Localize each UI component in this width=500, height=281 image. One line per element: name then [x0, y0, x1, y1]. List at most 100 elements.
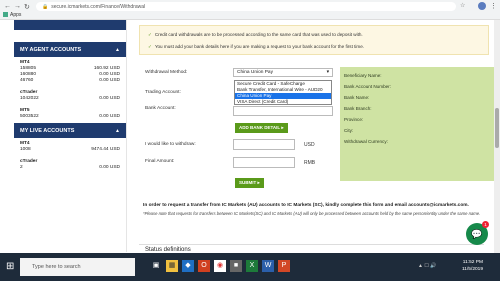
account-number: 1042022 [20, 96, 39, 101]
clock-date: 11/5/2019 [462, 267, 483, 272]
account-group: MT4 1008 9474.44 USD [14, 138, 126, 156]
add-bank-detail-label: ADD BANK DETAIL [239, 125, 281, 130]
apps-label: Apps [10, 12, 22, 18]
agent-accounts-title: MY AGENT ACCOUNTS [20, 47, 82, 53]
reload-icon[interactable]: ↻ [24, 3, 30, 11]
agent-accounts-header[interactable]: MY AGENT ACCOUNTS ▲ [14, 42, 126, 57]
withdrawal-notice: ✓ Credit card withdrawals are to be proce… [139, 25, 489, 55]
chat-icon: 💬 [471, 229, 483, 239]
live-accounts-title: MY LIVE ACCOUNTS [20, 128, 75, 134]
bank-account-select[interactable] [233, 106, 333, 116]
account-row[interactable]: 2 0.00 USD [20, 165, 120, 171]
chrome-icon[interactable]: ◉ [214, 260, 226, 272]
profile-avatar[interactable] [478, 2, 486, 10]
back-icon[interactable]: ← [4, 3, 11, 10]
taskbar-search-placeholder: Type here to search [32, 264, 81, 270]
chat-badge: 1 [482, 221, 489, 228]
outlook-icon[interactable]: O [198, 260, 210, 272]
excel-icon[interactable]: X [246, 260, 258, 272]
browser-menu-icon[interactable]: ⋮ [490, 2, 497, 10]
account-balance: 0.00 USD [99, 96, 120, 101]
withdrawal-method-value: China Union Pay [237, 70, 273, 75]
lock-icon: 🔒 [42, 4, 49, 10]
final-amount-label: Final Amount: [145, 159, 175, 164]
account-number: 1008 [20, 147, 31, 152]
account-row[interactable]: 1042022 0.00 USD [20, 96, 120, 102]
withdraw-amount-label: I would like to withdraw: [145, 142, 196, 147]
account-balance: 0.00 USD [99, 165, 120, 170]
trading-account-label: Trading Account: [145, 90, 181, 95]
clock-time: 11:52 PM [462, 260, 483, 265]
final-currency: RMB [304, 160, 316, 166]
account-group: cTrader 2 0.00 USD [14, 156, 126, 174]
apps-icon [3, 12, 8, 18]
submit-button[interactable]: SUBMIT ▸ [235, 178, 264, 188]
browser-chrome: ← → ↻ 🔒 secure.icmarkets.com/Finance/With… [0, 0, 500, 20]
account-number: 5003522 [20, 114, 39, 119]
withdrawal-method-dropdown[interactable]: Secure Credit Card - SafeCharge Bank Tran… [234, 80, 332, 105]
bank-info-label: Withdrawal Currency: [344, 139, 388, 144]
forward-icon[interactable]: → [14, 3, 21, 10]
taskbar-search[interactable]: Type here to search [20, 258, 135, 276]
bank-info-label: Bank Branch: [344, 106, 372, 111]
sidebar: MY AGENT ACCOUNTS ▲ MT4 158805 160.92 USD 16… [14, 20, 127, 252]
notice-item: ✓ You must add your bank details here if … [148, 44, 364, 50]
word-icon[interactable]: W [262, 260, 274, 272]
check-icon: ✓ [148, 44, 152, 49]
notice-item: ✓ Credit card withdrawals are to be proce… [148, 32, 363, 38]
account-balance: 0.00 USD [99, 114, 120, 119]
collapse-icon[interactable]: ▲ [115, 47, 120, 53]
account-group: MT4 158805 160.92 USD 160880 0.00 USD 46760 0.… [14, 57, 126, 87]
bank-info-label: City: [344, 128, 354, 133]
taskbar: ⊞ Type here to search ▣ ▦ ◆ O ◉ ■ X W P … [0, 253, 500, 281]
withdraw-amount-input[interactable] [233, 139, 295, 150]
account-group: cTrader 1042022 0.00 USD [14, 87, 126, 105]
withdrawal-method-label: Withdrawal Method: [145, 70, 188, 75]
live-accounts-list: MT4 1008 9474.44 USD cTrader 2 0.00 USD [14, 138, 126, 174]
collapse-icon[interactable]: ▲ [115, 128, 120, 134]
add-bank-detail-button[interactable]: ADD BANK DETAIL ▸ [235, 123, 288, 133]
windows-start-icon[interactable]: ⊞ [6, 261, 14, 272]
file-explorer-icon[interactable]: ▦ [166, 260, 178, 272]
taskbar-clock[interactable]: 11:52 PM 11/5/2019 [462, 259, 483, 273]
url-text: secure.icmarkets.com/Finance/Withdrawal [51, 4, 146, 10]
check-icon: ✓ [148, 32, 152, 37]
bank-info-label: Province: [344, 117, 364, 122]
account-number: 46760 [20, 78, 34, 83]
account-group: MT5 5003522 0.00 USD [14, 105, 126, 123]
account-row[interactable]: 46760 0.00 USD [20, 78, 120, 84]
agent-accounts-list: MT4 158805 160.92 USD 160880 0.00 USD 46760 0.… [14, 57, 126, 123]
bank-account-label: Bank Account: [145, 106, 176, 111]
sidebar-top-bar [14, 20, 126, 30]
notice-text: You must add your bank details here if y… [154, 44, 365, 49]
system-tray-icons[interactable]: ▲ ☐ 🔊 [418, 263, 436, 269]
account-balance: 9474.44 USD [91, 147, 120, 152]
scrollbar-thumb[interactable] [495, 108, 499, 148]
address-bar[interactable]: 🔒 secure.icmarkets.com/Finance/Withdrawal [36, 2, 456, 11]
app-icon[interactable]: ■ [230, 260, 242, 272]
dropdown-option[interactable]: VISA Direct (Credit Card) [235, 99, 331, 105]
account-number: 2 [20, 165, 23, 170]
account-balance: 0.00 USD [99, 78, 120, 83]
bank-info-label: Beneficiary Name: [344, 73, 382, 78]
withdraw-currency: USD [304, 142, 315, 148]
bank-info-panel: Beneficiary Name: Bank Account Number: Ban… [340, 67, 498, 181]
store-icon[interactable]: ◆ [182, 260, 194, 272]
account-row[interactable]: 5003522 0.00 USD [20, 114, 120, 120]
bank-info-label: Bank Name: [344, 95, 370, 100]
live-accounts-header[interactable]: MY LIVE ACCOUNTS ▲ [14, 123, 126, 138]
account-row[interactable]: 1008 9474.44 USD [20, 147, 120, 153]
transfer-note: *Please note that requests for transfers… [143, 211, 481, 216]
bookmark-star-icon[interactable]: ☆ [460, 2, 465, 9]
transfer-instructions: In order to request a transfer from IC M… [143, 203, 469, 208]
apps-bookmark[interactable]: Apps [3, 12, 21, 18]
notice-text: Credit card withdrawals are to be proces… [154, 32, 363, 37]
scrollbar[interactable] [494, 20, 500, 254]
submit-label: SUBMIT [239, 180, 257, 185]
withdrawal-method-select[interactable]: China Union Pay ▾ [233, 68, 333, 77]
bank-info-label: Bank Account Number: [344, 84, 391, 89]
task-view-icon[interactable]: ▣ [150, 260, 162, 272]
final-amount-input[interactable] [233, 157, 295, 168]
powerpoint-icon[interactable]: P [278, 260, 290, 272]
chevron-down-icon: ▾ [326, 70, 329, 75]
